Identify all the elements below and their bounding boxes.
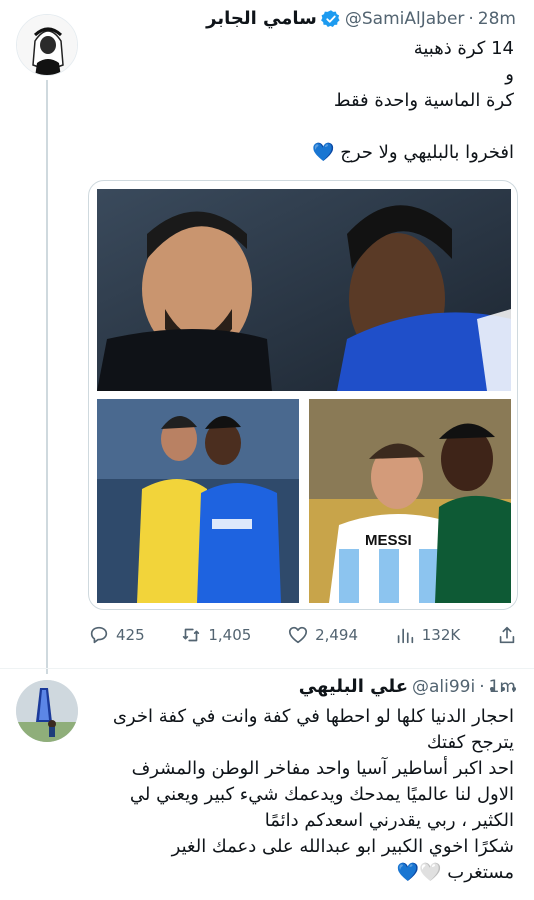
heart-icon: [288, 626, 308, 644]
reply-author-avatar[interactable]: [16, 680, 78, 742]
tweet-actions-bar: 425 1,405 2,494 132K: [88, 620, 518, 650]
header-separator: ·: [468, 8, 474, 29]
photo-bottom-right[interactable]: MESSI: [309, 399, 511, 603]
tweet-text-second-paragraph: افخروا بالبليهي ولا حرج 💙: [312, 140, 514, 166]
tweet-line: افخروا بالبليهي ولا حرج 💙: [312, 142, 514, 163]
reply-count: 425: [116, 626, 145, 644]
views-bar-chart-icon: [397, 628, 413, 644]
dot-icon: [512, 687, 516, 691]
retweet-count: 1,405: [208, 626, 252, 644]
tweet-line: كرة الماسية واحدة فقط: [333, 90, 514, 111]
photo-top[interactable]: [97, 189, 511, 391]
reply-author-handle[interactable]: @ali99i: [412, 677, 475, 697]
tweet-header: سامي الجابر @SamiAlJaber · 28m: [206, 8, 516, 29]
reply-line: الاول لنا عالميًا يمدحك ويدعمك شيء كبير …: [129, 784, 514, 805]
reply-line: مستغرب 🤍💙: [396, 862, 514, 883]
reply-line: احد اكبر أساطير آسيا واحد مفاخر الوطن وا…: [131, 758, 514, 779]
verified-badge-icon: [320, 9, 340, 27]
tweet-line: 14 كرة ذهبية: [413, 38, 514, 59]
reply-line: يترجح كفتك: [426, 732, 514, 753]
like-count: 2,494: [315, 626, 359, 644]
tweet-timestamp[interactable]: 28m: [478, 9, 516, 29]
views-count: 132K: [421, 626, 461, 644]
avatar-portrait-icon: [17, 15, 77, 75]
like-button[interactable]: 2,494: [287, 624, 358, 646]
reply-text: احجار الدنيا كلها لو احطها في كفة وانت ف…: [113, 704, 514, 886]
share-button[interactable]: [496, 624, 518, 646]
tweet-media-grid[interactable]: MESSI: [88, 180, 518, 610]
author-handle[interactable]: @SamiAlJaber: [345, 9, 465, 29]
author-avatar[interactable]: [16, 14, 78, 76]
reply-line: الكثير ، ربي يقدرني اسعدكم دائمًا: [264, 810, 514, 831]
reply-header: علي البليهي @ali99i · 1m: [299, 676, 516, 697]
views-button[interactable]: 132K: [394, 624, 460, 646]
reply-more-options-button[interactable]: [490, 686, 516, 692]
retweet-button[interactable]: 1,405: [180, 624, 251, 646]
jersey-name-text: MESSI: [365, 532, 412, 549]
photo-players-greeting: [97, 189, 511, 391]
reply-icon: [90, 626, 108, 644]
photo-yellow-and-blue-players: [97, 399, 299, 603]
dot-icon: [490, 687, 494, 691]
thread-connector-line: [46, 80, 48, 674]
reply-line: شكرًا اخوي الكبير ابو عبدالله على دعمك ا…: [171, 836, 514, 857]
photo-bottom-left[interactable]: [97, 399, 299, 603]
reply-line: احجار الدنيا كلها لو احطها في كفة وانت ف…: [112, 706, 514, 727]
author-name[interactable]: سامي الجابر: [206, 8, 317, 29]
avatar-trophy-icon: [16, 680, 78, 742]
dot-icon: [501, 687, 505, 691]
reply-header-separator: ·: [479, 676, 485, 697]
retweet-icon: [183, 628, 200, 642]
tweet-text: 14 كرة ذهبية و كرة الماسية واحدة فقط: [334, 36, 514, 114]
tweet-line: و: [505, 64, 514, 85]
tweet-divider: [0, 668, 534, 669]
share-icon: [499, 626, 515, 644]
reply-button[interactable]: 425: [88, 624, 145, 646]
reply-author-name[interactable]: علي البليهي: [299, 676, 408, 697]
photo-argentina-and-saudi-players: MESSI: [309, 399, 511, 603]
